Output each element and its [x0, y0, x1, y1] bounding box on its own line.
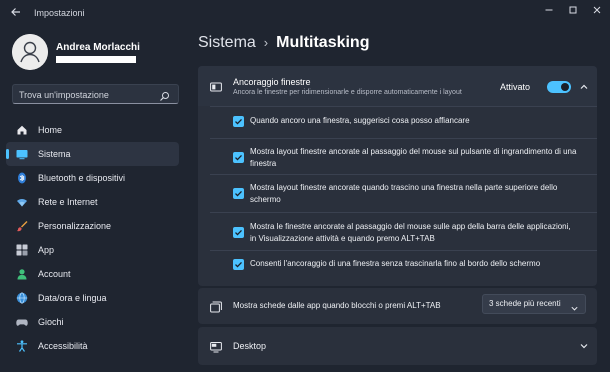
sidebar-item-label: Accessibilità	[38, 341, 88, 351]
sidebar-item-label: Data/ora e lingua	[38, 293, 107, 303]
search-icon[interactable]	[159, 89, 170, 101]
tabs-icon	[210, 300, 222, 313]
breadcrumb-separator: ›	[263, 35, 269, 50]
desktop-icon	[210, 340, 222, 353]
bluetooth-icon	[16, 172, 28, 184]
checkbox-suggest-snap[interactable]	[233, 116, 244, 127]
system-icon	[16, 148, 28, 160]
divider	[210, 138, 597, 139]
sidebar-nav: Home Sistema Bluetooth e dispositivi Ret…	[6, 118, 179, 358]
sidebar-item-home[interactable]: Home	[6, 118, 179, 142]
desktop-label: Desktop	[233, 341, 267, 351]
divider	[210, 174, 597, 175]
maximize-button[interactable]	[560, 3, 586, 17]
option-label: Mostra le finestre ancorate al passaggio…	[250, 222, 571, 243]
alt-tab-card: Mostra schede dalle app quando blocchi o…	[198, 288, 597, 324]
wifi-icon	[16, 196, 28, 208]
desktop-card[interactable]: Desktop	[198, 327, 597, 365]
checkbox-drag-top[interactable]	[233, 188, 244, 199]
option-label: Quando ancoro una finestra, suggerisci c…	[250, 116, 470, 125]
back-arrow-icon[interactable]	[9, 6, 23, 20]
divider	[210, 106, 597, 107]
user-profile[interactable]: Andrea Morlacchi	[12, 34, 182, 74]
snap-windows-header[interactable]: Ancoraggio finestre Ancora le finestre p…	[198, 66, 597, 106]
sidebar-item-label: Rete e Internet	[38, 197, 98, 207]
close-button[interactable]	[584, 3, 610, 17]
breadcrumb: Sistema › Multitasking	[198, 34, 369, 52]
sidebar-item-giochi[interactable]: Giochi	[6, 310, 179, 334]
chevron-down-icon[interactable]	[577, 339, 591, 353]
sidebar-item-label: Account	[38, 269, 71, 279]
sidebar-item-rete[interactable]: Rete e Internet	[6, 190, 179, 214]
chevron-down-icon	[570, 300, 579, 311]
option-label: Mostra layout finestre ancorate al passa…	[250, 147, 577, 168]
search-box[interactable]	[12, 84, 179, 104]
user-email-redacted	[56, 56, 136, 63]
checkbox-maximize-hover[interactable]	[233, 152, 244, 163]
minimize-button[interactable]	[536, 3, 562, 17]
globe-icon	[16, 292, 28, 304]
sidebar-item-accessibilita[interactable]: Accessibilità	[6, 334, 179, 358]
breadcrumb-root[interactable]: Sistema	[198, 34, 256, 51]
snap-windows-card: Ancoraggio finestre Ancora le finestre p…	[198, 66, 597, 286]
title-bar: Impostazioni	[0, 0, 610, 28]
sidebar-item-label: Bluetooth e dispositivi	[38, 173, 126, 183]
sidebar-item-label: Giochi	[38, 317, 64, 327]
sidebar-item-account[interactable]: Account	[6, 262, 179, 286]
sidebar-item-sistema[interactable]: Sistema	[6, 142, 179, 166]
apps-icon	[16, 244, 28, 256]
app-title: Impostazioni	[34, 8, 85, 18]
page-title: Multitasking	[276, 34, 370, 51]
user-name: Andrea Morlacchi	[56, 42, 140, 53]
chevron-up-icon[interactable]	[577, 80, 591, 94]
divider	[210, 212, 597, 213]
sidebar-item-data-ora-lingua[interactable]: Data/ora e lingua	[6, 286, 179, 310]
toggle-knob	[561, 83, 569, 91]
snap-windows-toggle[interactable]	[547, 81, 571, 93]
dropdown-value: 3 schede più recenti	[489, 299, 561, 308]
checkbox-taskbar-hover[interactable]	[233, 227, 244, 238]
sidebar-item-personalizzazione[interactable]: Personalizzazione	[6, 214, 179, 238]
alt-tab-label: Mostra schede dalle app quando blocchi o…	[233, 301, 441, 310]
sidebar-item-app[interactable]: App	[6, 238, 179, 262]
search-input[interactable]	[19, 88, 149, 101]
home-icon	[16, 124, 28, 136]
sidebar-item-label: Personalizzazione	[38, 221, 112, 231]
sidebar-item-bluetooth[interactable]: Bluetooth e dispositivi	[6, 166, 179, 190]
gamepad-icon	[16, 316, 28, 328]
accessibility-icon	[16, 340, 28, 352]
snap-windows-description: Ancora le finestre per ridimensionarle e…	[233, 89, 462, 96]
alt-tab-dropdown[interactable]: 3 schede più recenti	[482, 294, 586, 314]
snap-layout-icon	[210, 80, 222, 92]
checkbox-snap-without-drag[interactable]	[233, 259, 244, 270]
sidebar-item-label: App	[38, 245, 55, 255]
toggle-status: Attivato	[500, 82, 531, 92]
divider	[210, 250, 597, 251]
brush-icon	[16, 220, 28, 232]
sidebar-item-label: Sistema	[38, 149, 71, 159]
sidebar-item-label: Home	[38, 125, 63, 135]
option-label: Mostra layout finestre ancorate quando t…	[250, 183, 558, 204]
account-icon	[16, 268, 28, 280]
avatar[interactable]	[12, 34, 48, 70]
option-label: Consenti l'ancoraggio di una finestra se…	[250, 259, 541, 268]
snap-windows-title: Ancoraggio finestre	[233, 77, 311, 87]
